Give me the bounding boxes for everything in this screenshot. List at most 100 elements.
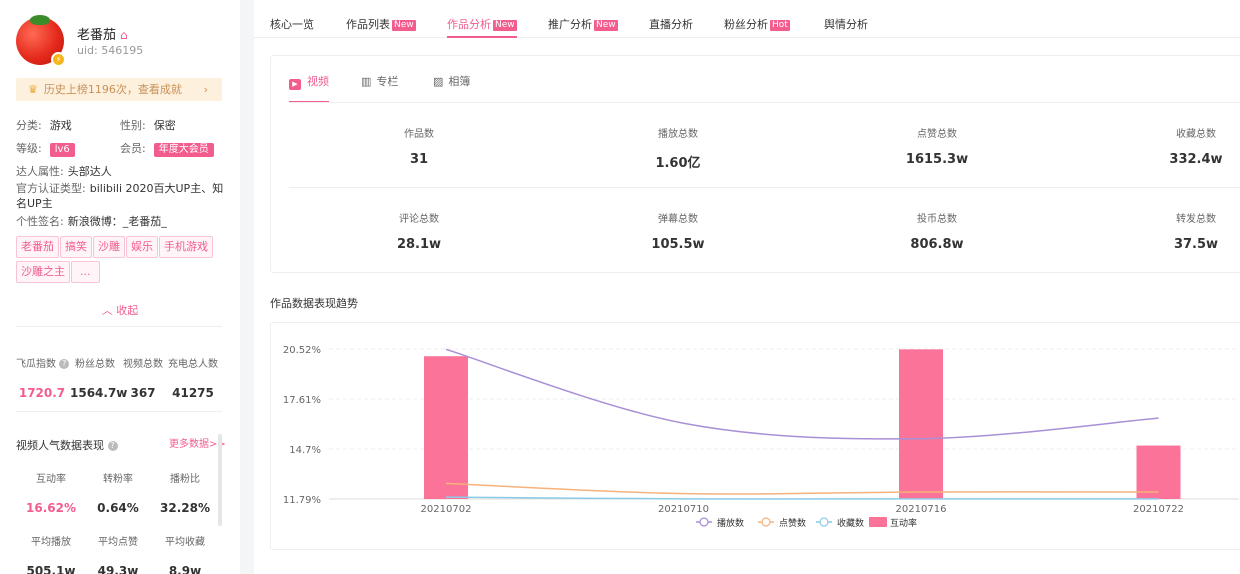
divider	[16, 326, 222, 327]
subtab-label: 相簿	[448, 75, 471, 88]
metric-value: 1615.3w	[905, 152, 969, 167]
legend-label: 点赞数	[779, 517, 806, 529]
stat-fans: 粉丝总数 1564.7w	[70, 355, 128, 400]
legend-label: 互动率	[890, 517, 917, 529]
y-tick-label: 11.79%	[283, 495, 321, 506]
user-name: 老番茄 ⌂	[77, 24, 128, 43]
metric-label: 收藏总数	[1176, 129, 1216, 140]
metric-label: 平均播放	[31, 537, 71, 548]
collapse-label: 收起	[116, 304, 139, 317]
help-icon[interactable]: ?	[59, 359, 70, 369]
crown-icon: ♛	[28, 83, 38, 96]
legend-swatch-marker	[699, 517, 709, 527]
popularity-title: 视频人气数据表现 ?	[16, 437, 118, 453]
cert-row: 官方认证类型: bilibili 2020百大UP主、知名UP主	[16, 181, 226, 211]
user-uid: uid: 546195	[77, 44, 144, 57]
tab-works-analysis[interactable]: 作品分析 New	[447, 16, 517, 38]
metric-value: 37.5w	[1173, 237, 1219, 252]
level-badge: lv6	[49, 143, 75, 157]
tab-sentiment-analysis[interactable]: 舆情分析	[824, 16, 868, 32]
metric-fav-total: 收藏总数 332.4w	[1136, 125, 1240, 167]
member-row: 会员: 年度大会员	[120, 140, 214, 157]
subtab-column[interactable]: ▥ 专栏	[361, 73, 398, 89]
metric-value: 8.9w	[168, 564, 202, 574]
metric-value: 806.8w	[910, 237, 964, 252]
tab-label: 核心一览	[270, 18, 314, 31]
home-icon[interactable]: ⌂	[120, 28, 128, 42]
y-tick-label: 17.61%	[283, 395, 321, 406]
metric-avg-play: 平均播放 505.1w	[16, 533, 86, 574]
category-row: 分类: 游戏	[16, 117, 72, 133]
tab-fans-analysis[interactable]: 粉丝分析 Hot	[724, 16, 790, 32]
metric-value: 0.64%	[97, 501, 139, 515]
hot-badge: Hot	[770, 20, 790, 31]
subtab-label: 专栏	[376, 75, 399, 88]
stat-videos: 视频总数 367	[122, 355, 164, 400]
talent-label: 达人属性:	[16, 165, 64, 178]
metrics-divider	[289, 187, 1240, 188]
talent-value: 头部达人	[67, 165, 112, 178]
legend-label: 收藏数	[837, 517, 864, 529]
tab-promotion-analysis[interactable]: 推广分析 New	[548, 16, 618, 32]
tab-works-list[interactable]: 作品列表 New	[346, 16, 416, 32]
trend-chart: 20.52% 17.61% 14.7% 11.79% 20210702 20210710 2…	[283, 345, 1239, 529]
gender-row: 性别: 保密	[120, 117, 176, 133]
help-icon[interactable]: ?	[107, 441, 118, 451]
tab-core-overview[interactable]: 核心一览	[270, 16, 314, 32]
member-label: 会员:	[120, 142, 146, 155]
metric-label: 点赞总数	[917, 129, 957, 140]
tab-label: 舆情分析	[824, 18, 868, 31]
tab-label: 粉丝分析	[724, 18, 768, 31]
chevron-right-icon: ›	[203, 83, 208, 96]
metric-value: 16.62%	[26, 501, 76, 515]
subtab-album[interactable]: ▨ 相簿	[433, 73, 470, 89]
x-tick-label: 20210722	[1133, 504, 1184, 515]
metric-value: 105.5w	[651, 237, 705, 252]
metric-value: 1.60亿	[655, 156, 701, 171]
metric-avg-fav: 平均收藏 8.9w	[150, 533, 220, 574]
gender-label: 性别:	[120, 119, 146, 132]
subtab-video[interactable]: ▶ 视频	[289, 73, 329, 103]
column-icon: ▥	[361, 75, 372, 88]
signature-row: 个性签名: 新浪微博：_老番茄_	[16, 213, 167, 229]
metric-label: 播放总数	[658, 129, 698, 140]
tag-more[interactable]: ...	[71, 261, 100, 283]
divider	[16, 411, 222, 412]
stat-label: 飞瓜指数	[16, 359, 56, 370]
metric-works-count: 作品数 31	[359, 125, 479, 167]
y-tick-label: 20.52%	[283, 345, 321, 356]
tab-live-analysis[interactable]: 直播分析	[649, 16, 693, 32]
metric-value: 505.1w	[26, 564, 76, 574]
stat-value: 1564.7w	[70, 386, 128, 400]
collapse-toggle[interactable]: ︿ 收起	[0, 302, 240, 318]
metric-share-total: 转发总数 37.5w	[1136, 210, 1240, 252]
tag-item[interactable]: 老番茄	[16, 236, 59, 258]
stat-label: 粉丝总数	[75, 359, 115, 370]
stat-value: 41275	[172, 386, 214, 400]
tag-item[interactable]: 沙雕之主	[16, 261, 70, 283]
verified-icon: ⚡	[51, 52, 66, 67]
tag-item[interactable]: 手机游戏	[159, 236, 213, 258]
tag-item[interactable]: 娱乐	[126, 236, 158, 258]
level-row: 等级: lv6	[16, 140, 75, 157]
member-badge: 年度大会员	[153, 143, 214, 157]
tag-item[interactable]: 搞笑	[60, 236, 92, 258]
bar-interaction-rate	[899, 349, 943, 499]
user-name-text: 老番茄	[77, 28, 117, 43]
y-tick-label: 14.7%	[289, 445, 321, 456]
tag-item[interactable]: 沙雕	[93, 236, 125, 258]
metric-label: 转粉率	[103, 474, 133, 485]
avatar[interactable]: ⚡	[16, 15, 66, 67]
legend-swatch-marker	[761, 517, 771, 527]
category-value: 游戏	[49, 119, 72, 132]
rank-history-bar[interactable]: ♛ 历史上榜1196次，查看成就 ›	[16, 78, 222, 101]
x-tick-label: 20210702	[421, 504, 472, 515]
legend-swatch	[869, 517, 887, 527]
bar-interaction-rate	[1136, 445, 1181, 499]
works-metrics-card: ▶ 视频 ▥ 专栏 ▨ 相簿 作品数 31 播放总数 1.60亿 点赞总数 1615.3w …	[270, 55, 1240, 273]
metric-label: 转发总数	[1176, 214, 1216, 225]
metric-value: 49.3w	[97, 564, 139, 574]
tomato-leaf-icon	[30, 15, 50, 25]
metric-label: 作品数	[404, 129, 434, 140]
metric-comment-total: 评论总数 28.1w	[359, 210, 479, 252]
